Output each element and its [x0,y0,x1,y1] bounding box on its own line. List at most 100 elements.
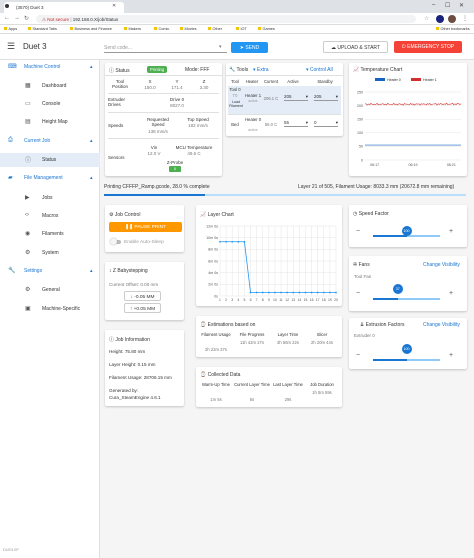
maximize-icon[interactable]: ☐ [445,2,450,9]
bookmark-item[interactable]: Games [258,27,275,31]
layer-chart-point [243,240,246,243]
temp-chart-y-tick: 50 [359,145,363,149]
layer-chart-y-tick: 10m 0s [206,236,218,240]
standby-temp-select[interactable]: 205 ▾ [314,94,338,101]
bookmark-item[interactable]: Comic [154,27,170,31]
fan-plus-icon[interactable]: + [449,290,453,297]
babystep-minus-button[interactable]: ↓ -0.05 MM [124,291,161,301]
bookmark-item[interactable]: Apps [4,27,18,31]
extrusion-slider[interactable] [373,359,440,361]
z-probe-label: Z-Probe [166,160,184,165]
dropdown-arrow-icon[interactable]: ▾ [219,44,222,50]
profile-avatar[interactable] [448,15,456,23]
est-file-label: File Progress [239,332,265,337]
fan-slider-knob[interactable]: 37 [392,284,403,294]
bookmark-item[interactable]: IOT [236,27,247,31]
collapse-icon[interactable]: ▴ [90,64,93,70]
sidebar-item-macros[interactable]: Macros [42,213,58,219]
layer-chart-x-tick: 11 [279,298,283,302]
emergency-stop-button[interactable]: ⏻ EMERGENCY STOP [394,41,462,53]
extrusion-minus-icon[interactable]: − [356,352,360,359]
layer-chart-point [322,291,325,294]
sidebar-group-current-job[interactable]: Current Job [24,138,50,144]
other-bookmarks[interactable]: Other bookmarks [436,27,470,31]
forward-icon[interactable]: → [14,15,20,21]
browser-tab[interactable]: (3570) Duet 3 [4,2,124,13]
speed-plus-icon[interactable]: + [449,228,453,235]
machine-control-icon: ⌨ [8,64,17,70]
bookmark-item[interactable]: Makers [124,27,141,31]
bookmark-item[interactable]: Business and Finance [70,27,112,31]
sidebar-item-dashboard[interactable]: Dashboard [42,83,66,89]
fan-minus-icon[interactable]: − [356,290,360,297]
bed-standby-select[interactable]: 0 ▾ [314,120,338,127]
sidebar-item-machine-specific[interactable]: Machine-Specific [42,306,80,312]
extra-link[interactable]: ▾ Extra [253,67,269,73]
sidebar-group-machine-control[interactable]: Machine Control [24,64,60,70]
layer-chart-x-tick: 18 [322,298,326,302]
sidebar-item-jobs[interactable]: Jobs [42,195,53,201]
collapse-icon[interactable]: ▴ [90,268,93,274]
extruder-label: Extruder 0 [354,333,375,338]
star-icon[interactable]: ☆ [424,15,429,22]
send-button[interactable]: ➤ SEND [231,42,268,53]
tools-title: 🔧 Tools [229,67,249,73]
est-layer-value: 3h 56m 22s [277,340,299,345]
control-all-link[interactable]: ▾ Control All [306,67,333,73]
extrusion-change-visibility-link[interactable]: Change Visibility [423,322,460,328]
bookmark-item[interactable]: Standard Tabs [28,27,57,31]
bookmark-item[interactable]: Other [208,27,223,31]
url-input[interactable]: ⚠ Not secure | 192.168.0.X/job/Status [36,15,416,23]
back-icon[interactable]: ← [4,15,10,21]
tool-name[interactable]: Tool 0 [228,87,242,92]
speed-slider-knob[interactable]: 100 [401,226,412,236]
minimize-icon[interactable]: – [432,2,435,8]
temp-chart-y-tick: 250 [357,90,363,94]
upload-start-button[interactable]: ☁ UPLOAD & START [323,41,388,53]
toggle-knob[interactable] [110,238,117,245]
active-temp-select[interactable]: 205 ▾ [284,94,308,101]
close-tab-icon[interactable]: ✕ [112,3,116,9]
layer-chart-x-tick: 14 [297,298,301,302]
fans-change-visibility-link[interactable]: Change Visibility [423,262,460,268]
hamburger-menu-icon[interactable]: ☰ [7,41,15,52]
sidebar-item-general[interactable]: General [42,287,60,293]
send-code-input[interactable]: Send code... [104,43,227,53]
z-value: 3.30 [199,85,209,90]
job-layer-height: Layer Height: 0.15 mm [109,362,156,367]
window-close-icon[interactable]: ✕ [459,2,464,9]
col-active: Active [287,79,299,84]
fan-slider[interactable] [373,298,440,300]
layer-chart-title: 📈 Layer Chart [200,212,234,218]
temp-chart-y-tick: 200 [357,104,363,108]
job-height: Height: 75.80 mm [109,349,146,354]
layer-chart-y-tick: 12m 0s [206,224,218,228]
browser-menu-icon[interactable]: ⋮ [462,15,468,22]
sidebar-item-system[interactable]: System [42,250,59,256]
babystep-plus-button[interactable]: ↑ +0.05 MM [124,303,161,313]
sidebar-item-filaments[interactable]: Filaments [42,231,64,237]
sidebar-item-height-map[interactable]: Height Map [42,119,68,125]
reload-icon[interactable]: ↻ [24,15,29,22]
temp-chart-y-tick: 150 [357,118,363,122]
sidebar-item-status[interactable]: Status [42,157,56,163]
sidebar-group-file-management[interactable]: File Management [24,175,63,181]
layer-chart-point [267,291,270,294]
sidebar-group-settings[interactable]: Settings [24,268,42,274]
extrusion-plus-icon[interactable]: + [449,352,453,359]
layer-chart-point [316,291,319,294]
layer-chart-point [286,291,289,294]
bed-heater-name[interactable]: Heater 0 [243,117,263,122]
bookmark-item[interactable]: Movies [180,27,197,31]
collapse-icon[interactable]: ▴ [90,175,93,181]
heater-name[interactable]: Heater 1 [243,93,263,98]
bed-active-select[interactable]: 55 ▾ [284,120,308,127]
collapse-icon[interactable]: ▴ [90,138,93,144]
extrusion-slider-knob[interactable]: 100 [401,344,412,354]
sidebar-item-console[interactable]: Console [42,101,60,107]
speed-minus-icon[interactable]: − [356,228,360,235]
pause-print-button[interactable]: ❚❚ PAUSE PRINT [109,222,182,232]
extension-icon[interactable] [436,15,444,23]
bed-label[interactable]: Bed [228,122,242,127]
load-filament-link[interactable]: Load Filament [228,100,244,108]
